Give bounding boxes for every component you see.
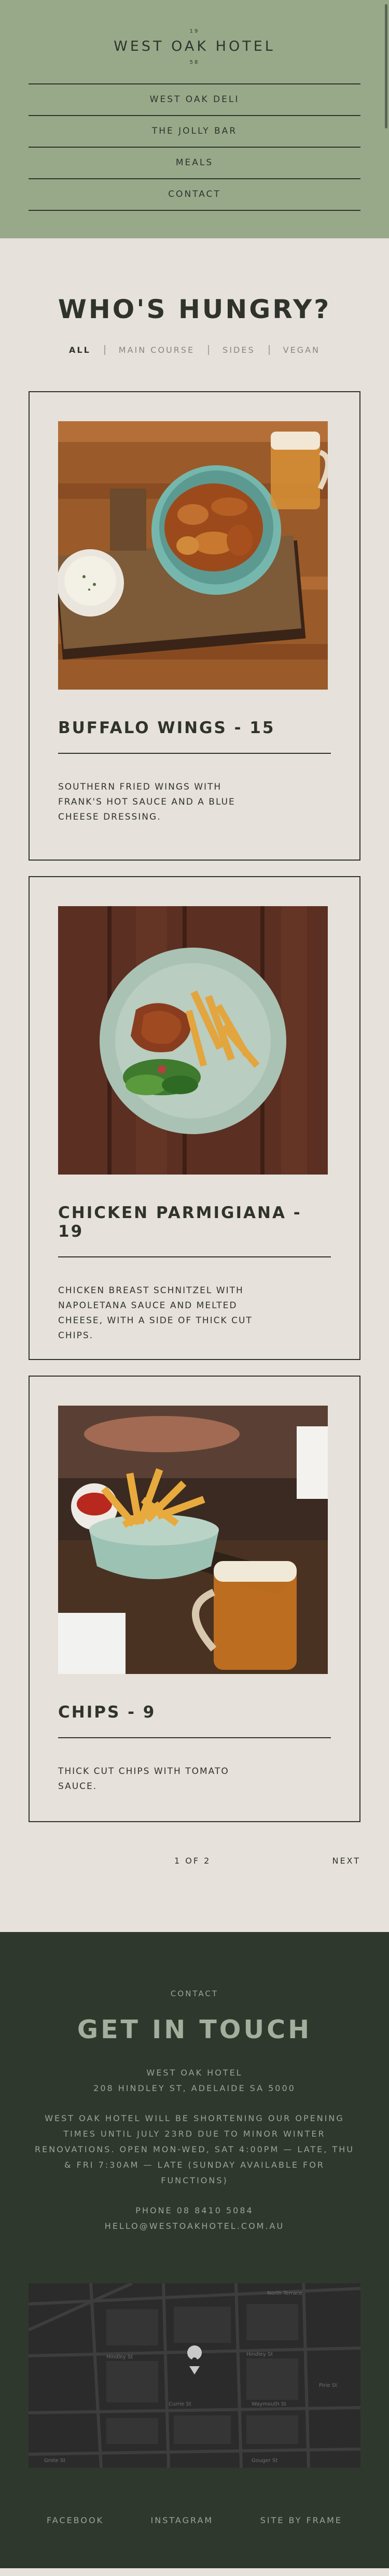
map-label-hindley-st: Hindley St xyxy=(106,2354,133,2360)
menu-item-title: CHICKEN PARMIGIANA - 19 xyxy=(58,1204,331,1257)
menu-card-buffalo-wings: BUFFALO WINGS - 15 SOUTHERN FRIED WINGS … xyxy=(29,391,360,861)
site-credit-link[interactable]: SITE BY FRAME xyxy=(260,2515,342,2525)
nav-item-deli[interactable]: WEST OAK DELI xyxy=(29,84,360,116)
map-label-waymouth-st: Waymouth St xyxy=(252,2401,286,2407)
footer-notice: WEST OAK HOTEL WILL BE SHORTENING OUR OP… xyxy=(35,2113,354,2185)
menu-section: WHO'S HUNGRY? ALL MAIN COURSE SIDES VEGA… xyxy=(0,238,389,1866)
buffalo-wings-photo xyxy=(58,421,328,690)
map-label-pirie-st: Pirie St xyxy=(319,2383,337,2388)
map-label-currie-st: Currie St xyxy=(169,2401,191,2407)
filter-main-course[interactable]: MAIN COURSE xyxy=(104,345,208,355)
filter-sides[interactable]: SIDES xyxy=(208,345,268,355)
menu-filters: ALL MAIN COURSE SIDES VEGAN xyxy=(0,345,389,355)
nav-item-contact[interactable]: CONTACT xyxy=(29,179,360,211)
menu-card-chips: CHIPS - 9 THICK CUT CHIPS WITH TOMATO SA… xyxy=(29,1376,360,1822)
footer-venue: WEST OAK HOTEL xyxy=(146,2068,243,2078)
map-label-grote-st: Grote St xyxy=(44,2458,65,2464)
footer-address: 208 HINDLEY ST, ADELAIDE SA 5000 xyxy=(93,2083,296,2093)
nav-item-bar[interactable]: THE JOLLY BAR xyxy=(29,116,360,148)
main-nav: WEST OAK DELI THE JOLLY BAR MEALS CONTAC… xyxy=(29,83,360,211)
menu-card-chicken-parmigiana: CHICKEN PARMIGIANA - 19 CHICKEN BREAST S… xyxy=(29,876,360,1360)
footer-label: CONTACT xyxy=(170,1989,219,1998)
chips-photo xyxy=(58,1406,328,1674)
menu-item-description: SOUTHERN FRIED WINGS WITH FRANK'S HOT SA… xyxy=(58,782,235,822)
map-label-north-terrace: North Terrace xyxy=(267,2291,302,2296)
pagination: 1 OF 2 NEXT xyxy=(174,1856,360,1866)
logo-year-top: 19 xyxy=(189,28,200,34)
instagram-link[interactable]: INSTAGRAM xyxy=(151,2515,214,2525)
menu-item-title: BUFFALO WINGS - 15 xyxy=(58,719,331,754)
page-indicator: 1 OF 2 xyxy=(174,1856,211,1866)
scrollbar[interactable] xyxy=(385,4,387,128)
chicken-parmigiana-photo xyxy=(58,906,328,1175)
menu-item-description: CHICKEN BREAST SCHNITZEL WITH NAPOLETANA… xyxy=(58,1285,253,1341)
nav-item-meals[interactable]: MEALS xyxy=(29,148,360,179)
logo[interactable]: 19 WEST OAK HOTEL 58 xyxy=(0,28,389,65)
footer-links: FACEBOOK INSTAGRAM SITE BY FRAME xyxy=(47,2515,342,2525)
facebook-link[interactable]: FACEBOOK xyxy=(47,2515,104,2525)
menu-title: WHO'S HUNGRY? xyxy=(58,294,331,324)
next-page-link[interactable]: NEXT xyxy=(332,1856,360,1866)
filter-all[interactable]: ALL xyxy=(55,345,104,355)
site-header: 19 WEST OAK HOTEL 58 WEST OAK DELI THE J… xyxy=(0,0,389,238)
footer-title: GET IN TOUCH xyxy=(77,2015,312,2044)
map-label-hindley-st-east: Hindley St xyxy=(246,2352,273,2357)
menu-item-title: CHIPS - 9 xyxy=(58,1703,331,1738)
location-map[interactable]: North Terrace Hindley St Hindley St Curr… xyxy=(29,2283,360,2468)
menu-item-description: THICK CUT CHIPS WITH TOMATO SAUCE. xyxy=(58,1766,229,1792)
footer-email[interactable]: HELLO@WESTOAKHOTEL.COM.AU xyxy=(0,2219,389,2234)
site-footer: CONTACT GET IN TOUCH WEST OAK HOTEL 208 … xyxy=(0,1932,389,2568)
logo-name: WEST OAK HOTEL xyxy=(114,38,275,54)
filter-vegan[interactable]: VEGAN xyxy=(268,345,334,355)
logo-year-bottom: 58 xyxy=(189,60,200,65)
footer-phone[interactable]: PHONE 08 8410 5084 xyxy=(0,2203,389,2219)
map-label-gouger-st: Gouger St xyxy=(252,2458,277,2464)
